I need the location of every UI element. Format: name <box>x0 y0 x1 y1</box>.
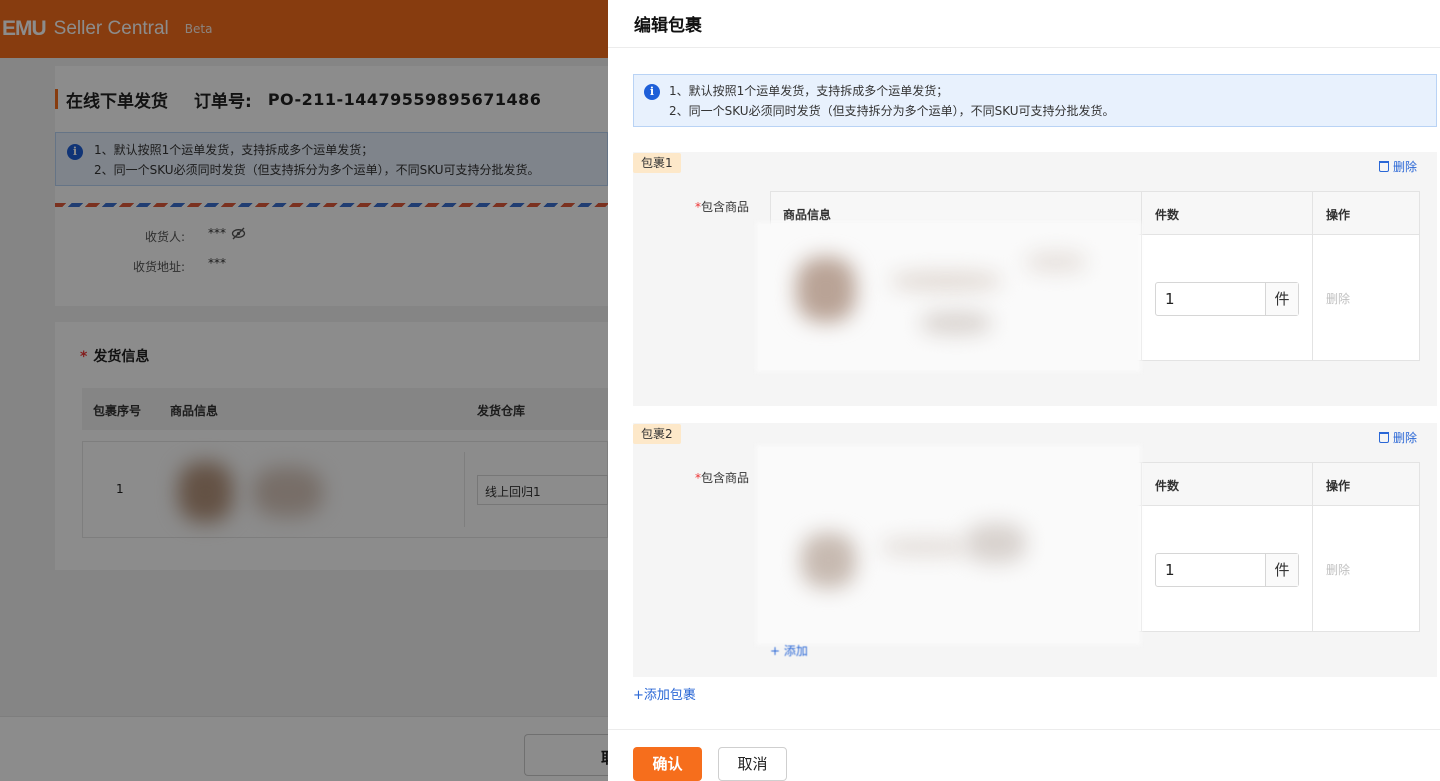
product-text-blurred <box>881 538 971 556</box>
row-delete-button[interactable]: 删除 <box>1326 290 1350 307</box>
confirm-button[interactable]: 确认 <box>633 747 702 781</box>
delete-package-button[interactable]: 删除 <box>1378 158 1417 175</box>
package-tag: 包裹2 <box>633 424 681 444</box>
include-goods-label: *包含商品 <box>695 200 750 214</box>
quantity-value: 1 <box>1165 561 1175 579</box>
add-package-button[interactable]: +添加包裹 <box>633 684 696 703</box>
edit-package-drawer: 编辑包裹 i 1、默认按照1个运单发货，支持拆成多个运单发货； 2、同一个SKU… <box>608 0 1440 781</box>
th-action: 操作 <box>1326 479 1351 493</box>
cancel-button[interactable]: 取消 <box>718 747 787 781</box>
modal-overlay[interactable] <box>0 0 608 781</box>
product-text-blurred <box>891 272 1001 290</box>
drawer-header: 编辑包裹 <box>608 0 1440 48</box>
product-thumbnail <box>796 257 856 322</box>
row-delete-button[interactable]: 删除 <box>1326 561 1350 578</box>
package-card: 包裹2 删除 *包含商品 件数 操作 1 件 删除 + 添加 <box>633 423 1437 677</box>
product-text-blurred <box>1026 252 1086 272</box>
th-action: 操作 <box>1326 208 1351 222</box>
drawer-tip-line: 1、默认按照1个运单发货，支持拆成多个运单发货； <box>669 84 949 98</box>
include-goods-label: *包含商品 <box>695 471 750 485</box>
quantity-input[interactable]: 1 件 <box>1155 282 1299 316</box>
product-thumbnail <box>801 533 856 588</box>
quantity-input[interactable]: 1 件 <box>1155 553 1299 587</box>
goods-table: 商品信息 件数 操作 1 件 删除 <box>756 191 1420 372</box>
quantity-unit: 件 <box>1265 554 1298 586</box>
drawer-tip-line: 2、同一个SKU必须同时发货（但支持拆分为多个运单），不同SKU可支持分批发货。 <box>669 104 1115 118</box>
add-goods-button[interactable]: + 添加 <box>770 642 808 659</box>
drawer-title: 编辑包裹 <box>634 16 702 36</box>
delete-package-button[interactable]: 删除 <box>1378 429 1417 446</box>
quantity-unit: 件 <box>1265 283 1298 315</box>
goods-table: 件数 操作 1 件 删除 <box>756 445 1420 645</box>
info-icon: i <box>644 84 660 100</box>
trash-icon <box>1378 432 1389 443</box>
product-text-blurred <box>921 312 991 334</box>
product-text-blurred <box>966 523 1026 563</box>
package-tag: 包裹1 <box>633 153 681 173</box>
trash-icon <box>1378 161 1389 172</box>
th-quantity: 件数 <box>1155 208 1180 222</box>
package-card: 包裹1 删除 *包含商品 商品信息 件数 操作 1 件 删除 <box>633 152 1437 406</box>
th-quantity: 件数 <box>1155 479 1180 493</box>
quantity-value: 1 <box>1165 290 1175 308</box>
th-product-info: 商品信息 <box>783 208 832 222</box>
drawer-tip-banner: i 1、默认按照1个运单发货，支持拆成多个运单发货； 2、同一个SKU必须同时发… <box>633 74 1437 127</box>
